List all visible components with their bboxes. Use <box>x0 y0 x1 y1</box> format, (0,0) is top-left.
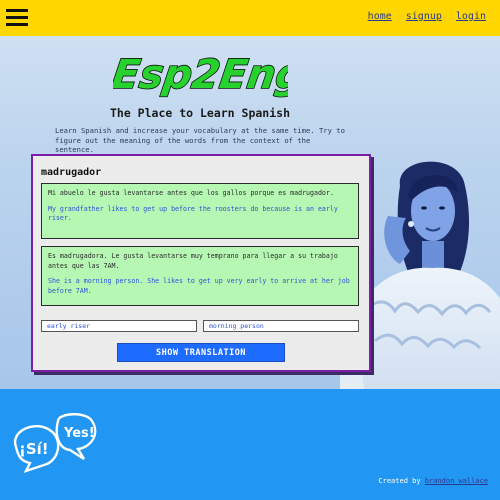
answer-fields <box>41 320 359 332</box>
top-navbar: home signup login <box>0 0 500 36</box>
svg-text:Esp2Eng!: Esp2Eng! <box>113 52 288 98</box>
esp2eng-logo: Esp2Eng! <box>113 51 288 98</box>
page: home signup login Esp2Eng! The Place to … <box>0 0 500 500</box>
intro-text: Learn Spanish and increase your vocabula… <box>55 126 345 154</box>
example-sentence-box: Mi abuelo le gusta levantarse antes que … <box>41 183 359 239</box>
credit-author-link[interactable]: brandon wallace <box>425 477 488 485</box>
nav-link-home[interactable]: home <box>368 11 392 22</box>
nav-link-signup[interactable]: signup <box>406 11 442 22</box>
answer-input-1[interactable] <box>41 320 197 332</box>
spanish-sentence: Mi abuelo le gusta levantarse antes que … <box>48 189 334 197</box>
show-translation-button[interactable]: SHOW TRANSLATION <box>117 343 285 362</box>
answer-input-2[interactable] <box>203 320 359 332</box>
example-sentence-box: Es madrugadora. Le gusta levantarse muy … <box>41 246 359 306</box>
spanish-sentence: Es madrugadora. Le gusta levantarse muy … <box>48 252 338 270</box>
nav-links: home signup login <box>368 11 486 22</box>
footer-credit: Created by brandon wallace <box>378 477 488 485</box>
yes-text: Yes! <box>63 426 95 441</box>
si-text: ¡Sí! <box>19 440 49 458</box>
vocabulary-card: madrugador Mi abuelo le gusta levantarse… <box>31 154 371 372</box>
english-translation: My grandfather likes to get up before th… <box>48 204 338 223</box>
nav-link-login[interactable]: login <box>456 11 486 22</box>
english-translation: She is a morning person. She likes to ge… <box>48 277 350 295</box>
footer: ¡Sí! Yes! Created by brandon wallace <box>0 389 500 500</box>
tagline: The Place to Learn Spanish <box>109 106 290 120</box>
vocabulary-word: madrugador <box>41 167 102 178</box>
hero-section: Esp2Eng! The Place to Learn Spanish Lear… <box>0 36 500 389</box>
credit-prefix: Created by <box>378 477 421 485</box>
speech-bubbles-logo: ¡Sí! Yes! <box>13 413 97 474</box>
hamburger-menu-icon[interactable] <box>6 8 28 28</box>
